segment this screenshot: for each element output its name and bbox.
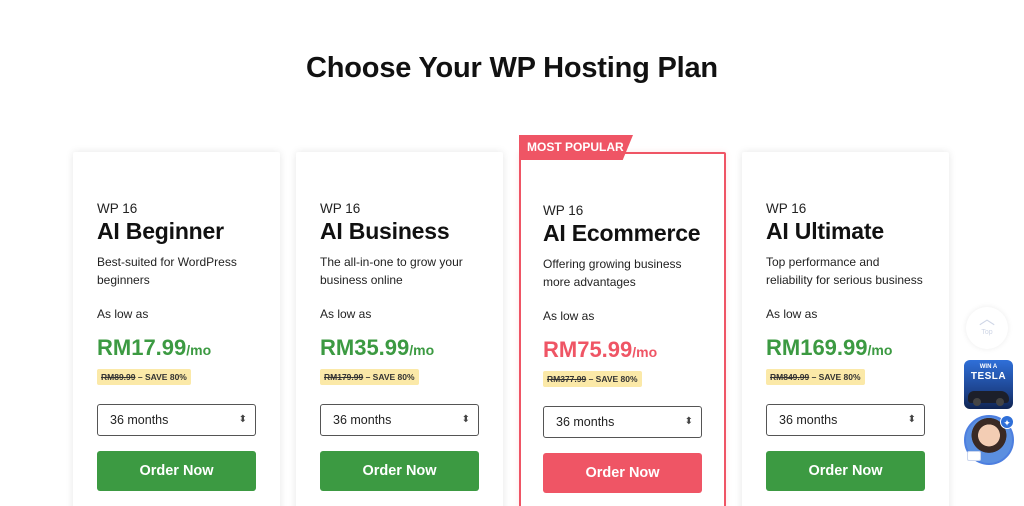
- plan-card-ai-business: WP 16 AI Business The all-in-one to grow…: [296, 152, 503, 506]
- chevron-up-icon: ︿: [978, 311, 995, 328]
- term-select-value: 36 months: [556, 415, 615, 429]
- plan-price: RM17.99/mo: [97, 335, 211, 361]
- order-now-button[interactable]: Order Now: [320, 451, 479, 491]
- price-amount: RM169.99: [766, 335, 868, 360]
- original-price: RM179.99: [324, 372, 364, 382]
- page-title: Choose Your WP Hosting Plan: [306, 52, 718, 84]
- as-low-as-label: As low as: [97, 307, 149, 321]
- chat-bubble-icon: [967, 451, 981, 461]
- chat-assistant-avatar[interactable]: ✦: [964, 415, 1014, 465]
- back-to-top-label: Top: [981, 329, 993, 336]
- sparkle-icon: ✦: [1000, 415, 1014, 429]
- plan-card-ai-beginner: WP 16 AI Beginner Best-suited for WordPr…: [73, 152, 280, 506]
- term-select[interactable]: 36 months ⬍: [766, 404, 925, 436]
- order-now-button[interactable]: Order Now: [543, 453, 702, 493]
- term-select[interactable]: 36 months ⬍: [97, 404, 256, 436]
- term-select-value: 36 months: [333, 413, 392, 427]
- wheel-icon: [973, 398, 981, 406]
- plan-price: RM35.99/mo: [320, 335, 434, 361]
- plan-price: RM75.99/mo: [543, 337, 657, 363]
- savings-badge: RM377.99 – SAVE 80%: [543, 371, 642, 387]
- price-amount: RM35.99: [320, 335, 410, 360]
- plan-name: AI Beginner: [97, 218, 224, 244]
- price-amount: RM17.99: [97, 335, 187, 360]
- chevron-updown-icon: ⬍: [461, 414, 470, 425]
- as-low-as-label: As low as: [766, 307, 818, 321]
- order-now-button[interactable]: Order Now: [97, 451, 256, 491]
- chevron-updown-icon: ⬍: [684, 416, 693, 427]
- as-low-as-label: As low as: [543, 309, 595, 323]
- term-select[interactable]: 36 months ⬍: [543, 406, 702, 438]
- chevron-updown-icon: ⬍: [907, 414, 916, 425]
- price-period: /mo: [186, 342, 212, 358]
- price-amount: RM75.99: [543, 337, 633, 362]
- promo-line-2: TESLA: [970, 371, 1007, 382]
- savings-badge: RM89.99 – SAVE 80%: [97, 369, 191, 385]
- savings-text: – SAVE 80%: [811, 372, 861, 382]
- savings-text: – SAVE 80%: [365, 372, 415, 382]
- original-price: RM89.99: [101, 372, 136, 382]
- price-period: /mo: [632, 344, 658, 360]
- plan-price: RM169.99/mo: [766, 335, 892, 361]
- plan-description: Best-suited for WordPress beginners: [97, 255, 237, 287]
- order-now-button[interactable]: Order Now: [766, 451, 925, 491]
- price-period: /mo: [867, 342, 893, 358]
- chevron-updown-icon: ⬍: [238, 414, 247, 425]
- plan-description: Top performance and reliability for seri…: [766, 255, 923, 287]
- original-price: RM849.99: [770, 372, 810, 382]
- plan-description: Offering growing business more advantage…: [543, 257, 682, 289]
- savings-text: – SAVE 80%: [588, 374, 638, 384]
- wheel-icon: [996, 398, 1004, 406]
- win-tesla-promo[interactable]: WIN A TESLA: [964, 360, 1013, 409]
- most-popular-badge: MOST POPULAR: [519, 135, 633, 160]
- plan-description: The all-in-one to grow your business onl…: [320, 255, 463, 287]
- price-period: /mo: [409, 342, 435, 358]
- plan-name: AI Business: [320, 218, 450, 244]
- plan-name: AI Ecommerce: [543, 220, 701, 246]
- promo-line-1: WIN A: [979, 364, 998, 370]
- savings-text: – SAVE 80%: [137, 372, 187, 382]
- savings-badge: RM179.99 – SAVE 80%: [320, 369, 419, 385]
- term-select-value: 36 months: [110, 413, 169, 427]
- plan-card-ai-ecommerce: WP 16 AI Ecommerce Offering growing busi…: [519, 152, 726, 506]
- term-select[interactable]: 36 months ⬍: [320, 404, 479, 436]
- original-price: RM377.99: [547, 374, 587, 384]
- savings-badge: RM849.99 – SAVE 80%: [766, 369, 865, 385]
- plan-series: WP 16: [766, 201, 807, 216]
- plan-series: WP 16: [97, 201, 138, 216]
- plan-series: WP 16: [543, 203, 584, 218]
- plan-card-ai-ultimate: WP 16 AI Ultimate Top performance and re…: [742, 152, 949, 506]
- plan-name: AI Ultimate: [766, 218, 884, 244]
- back-to-top-button[interactable]: ︿ Top: [966, 307, 1008, 349]
- as-low-as-label: As low as: [320, 307, 372, 321]
- term-select-value: 36 months: [779, 413, 838, 427]
- plan-series: WP 16: [320, 201, 361, 216]
